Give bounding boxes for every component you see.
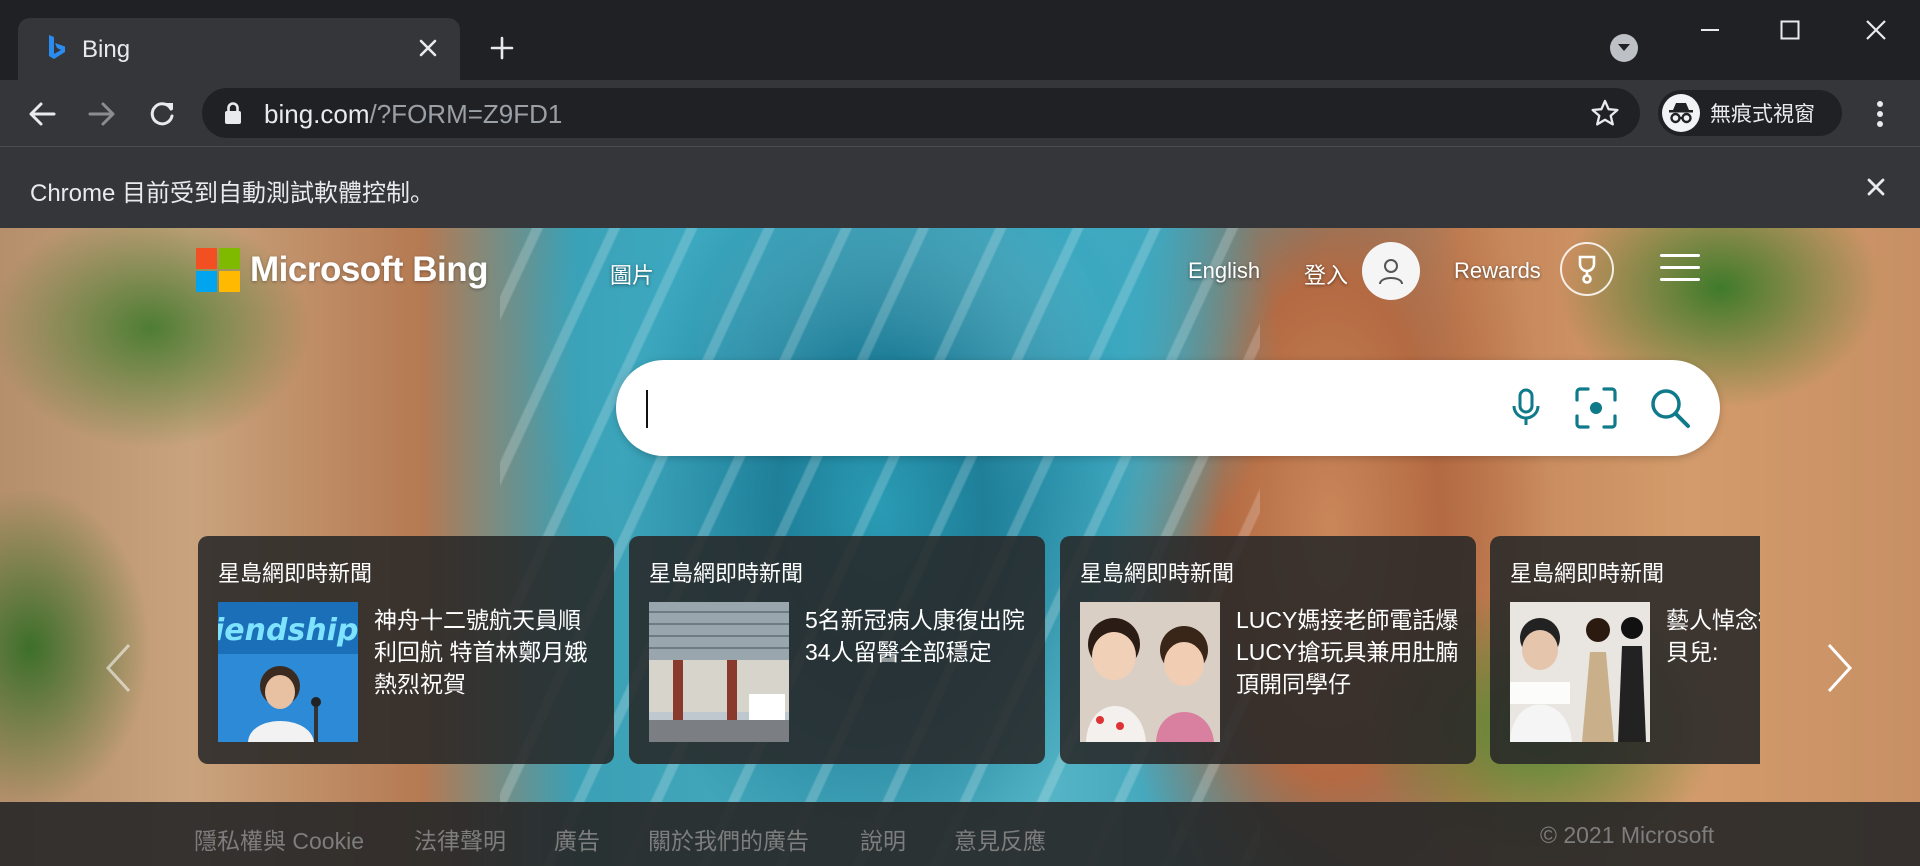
automation-infobar: Chrome 目前受到自動測試軟體控制。 xyxy=(0,146,1920,228)
tab-strip: Bing xyxy=(0,0,1920,80)
user-avatar-icon[interactable] xyxy=(1362,242,1420,300)
minimize-icon[interactable] xyxy=(1680,10,1740,50)
text-caret xyxy=(646,390,648,428)
search-input[interactable] xyxy=(652,380,1476,438)
infobar-close-icon[interactable] xyxy=(1860,171,1892,203)
address-bar[interactable]: bing.com/?FORM=Z9FD1 xyxy=(202,88,1640,138)
hamburger-menu-icon[interactable] xyxy=(1660,254,1700,286)
trophy-icon[interactable] xyxy=(1560,242,1614,296)
tab-close-icon[interactable] xyxy=(410,30,446,66)
rewards-link[interactable]: Rewards xyxy=(1454,258,1541,284)
news-headline: 神舟十二號航天員順利回航 特首林鄭月娥熱烈祝賀 xyxy=(374,607,588,697)
url-host: bing.com xyxy=(264,99,370,129)
incognito-icon xyxy=(1662,94,1700,132)
news-card[interactable]: 星島網即時新聞 LUCY媽接老師電話爆LUCY搶玩具兼用肚腩頂開同學仔 xyxy=(1060,536,1476,764)
carousel-next-chevron-icon[interactable] xyxy=(1820,638,1860,698)
bookmark-star-icon[interactable] xyxy=(1590,98,1620,128)
incognito-indicator[interactable]: 無痕式視窗 xyxy=(1658,90,1842,136)
incognito-label: 無痕式視窗 xyxy=(1710,103,1815,126)
visual-search-icon[interactable] xyxy=(1572,384,1620,432)
bing-logo[interactable]: Microsoft Bing xyxy=(196,248,488,292)
footer-ads-link[interactable]: 廣告 xyxy=(554,822,600,856)
english-link[interactable]: English xyxy=(1188,258,1260,284)
new-tab-plus-icon[interactable] xyxy=(482,28,522,68)
footer-help-link[interactable]: 說明 xyxy=(860,822,906,856)
logo-text: Microsoft Bing xyxy=(250,250,488,289)
news-card[interactable]: 星島網即時新聞 iendship 神舟十二號航天員順利回航 特首林鄭月娥熱烈祝賀 xyxy=(198,536,614,764)
tab-bing[interactable]: Bing xyxy=(18,18,460,80)
bing-page: Microsoft Bing 圖片 English 登入 Rewards 星島網… xyxy=(0,228,1920,866)
news-source: 星島網即時新聞 xyxy=(649,561,804,586)
more-menu-icon[interactable] xyxy=(1862,92,1898,136)
lock-icon xyxy=(225,102,241,124)
tab-search-chevron-icon[interactable] xyxy=(1610,34,1638,62)
signin-link[interactable]: 登入 xyxy=(1304,258,1348,290)
news-source: 星島網即時新聞 xyxy=(1080,561,1235,586)
footer-feedback-link[interactable]: 意見反應 xyxy=(954,822,1046,856)
nav-images-link[interactable]: 圖片 xyxy=(610,258,654,290)
news-thumbnail xyxy=(1080,602,1220,742)
news-thumbnail: iendship xyxy=(218,602,358,742)
page-footer: 隱私權與 Cookie 法律聲明 廣告 關於我們的廣告 說明 意見反應 © 20… xyxy=(0,802,1920,866)
news-thumbnail xyxy=(1510,602,1650,742)
news-headline: 5名新冠病人康復出院 34人留醫全部穩定 xyxy=(805,607,1025,665)
news-source: 星島網即時新聞 xyxy=(218,561,373,586)
microphone-icon[interactable] xyxy=(1502,384,1550,432)
maximize-icon[interactable] xyxy=(1760,10,1820,50)
search-box[interactable] xyxy=(616,360,1720,456)
news-source: 星島網即時新聞 xyxy=(1510,561,1665,586)
news-card[interactable]: 星島網即時新聞 藝人悼念衛世輝死陳貝兒: xyxy=(1490,536,1760,764)
footer-copyright: © 2021 Microsoft xyxy=(1540,822,1715,848)
bing-logo-icon xyxy=(49,35,65,59)
forward-arrow-icon[interactable] xyxy=(80,92,124,136)
back-arrow-icon[interactable] xyxy=(20,92,64,136)
url-text: bing.com/?FORM=Z9FD1 xyxy=(264,99,562,130)
footer-privacy-link[interactable]: 隱私權與 Cookie xyxy=(194,822,364,856)
microsoft-logo-icon xyxy=(196,248,240,292)
news-headline: 藝人悼念衛世輝死陳貝兒: xyxy=(1666,607,1760,665)
reload-icon[interactable] xyxy=(140,92,184,136)
tab-title: Bing xyxy=(82,36,131,63)
news-thumbnail xyxy=(649,602,789,742)
footer-legal-link[interactable]: 法律聲明 xyxy=(414,822,506,856)
url-path: /?FORM=Z9FD1 xyxy=(369,99,563,129)
search-icon[interactable] xyxy=(1646,384,1694,432)
browser-toolbar: bing.com/?FORM=Z9FD1 無痕式視窗 xyxy=(0,80,1920,146)
footer-about-ads-link[interactable]: 關於我們的廣告 xyxy=(648,822,809,856)
infobar-message: Chrome 目前受到自動測試軟體控制。 xyxy=(30,180,435,207)
carousel-clip: 星島網即時新聞 藝人悼念衛世輝死陳貝兒: xyxy=(1490,536,1760,764)
svg-text:iendship: iendship xyxy=(218,613,358,648)
news-card[interactable]: 星島網即時新聞 5名新冠病人康復出院 34人留醫全部穩定 xyxy=(629,536,1045,764)
news-headline: LUCY媽接老師電話爆LUCY搶玩具兼用肚腩頂開同學仔 xyxy=(1236,607,1459,697)
window-close-icon[interactable] xyxy=(1846,10,1906,50)
carousel-prev-chevron-icon[interactable] xyxy=(98,638,138,698)
